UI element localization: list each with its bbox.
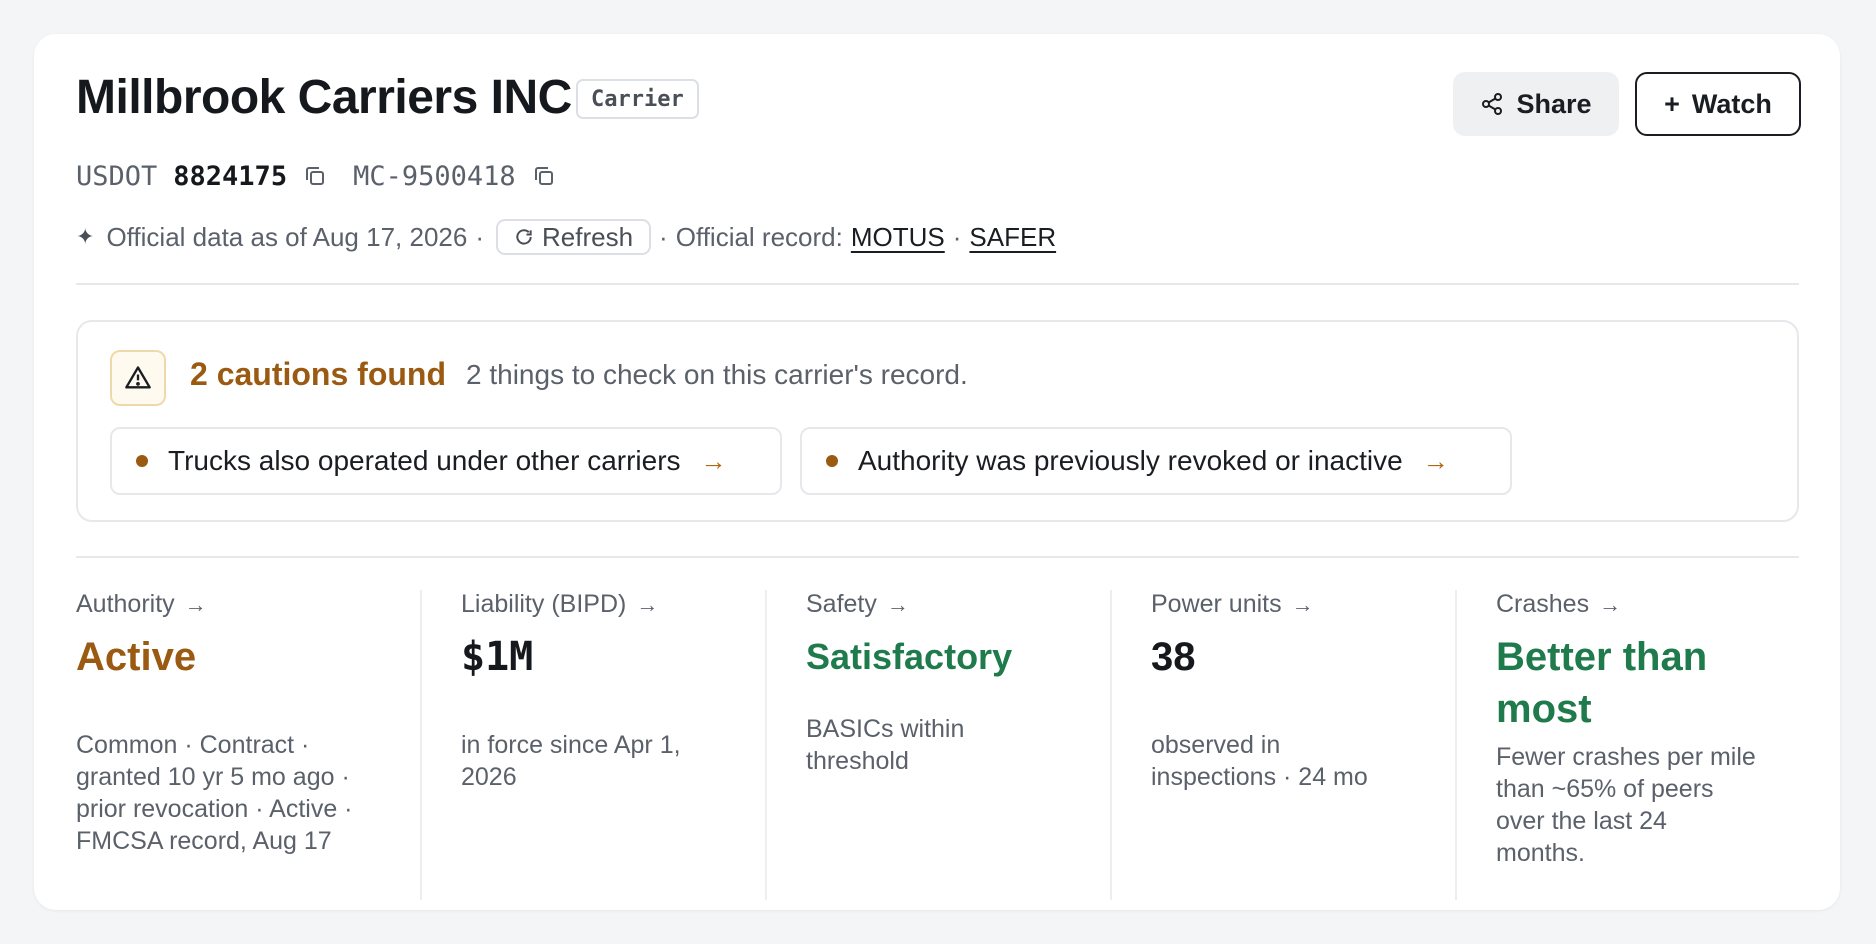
stat-label: Liability (BIPD) xyxy=(461,590,627,618)
stat-crashes[interactable]: Crashes → Better than most Fewer crashes… xyxy=(1496,590,1796,900)
desc-line: prior revocation · Active · xyxy=(76,795,353,823)
desc-line: BASICs within xyxy=(806,715,965,743)
stat-description: observed in inspections · 24 mo xyxy=(1151,729,1441,793)
separator: · xyxy=(952,221,962,252)
stat-label: Power units xyxy=(1151,590,1282,618)
stat-description: in force since Apr 1, 2026 xyxy=(461,729,751,793)
arrow-right-icon: → xyxy=(636,591,659,617)
sparkle-icon: ✦ xyxy=(76,224,95,249)
stat-authority[interactable]: Authority → Active Common · Contract · g… xyxy=(76,590,396,900)
separator: · xyxy=(659,221,668,252)
refresh-icon xyxy=(516,229,532,245)
share-icon xyxy=(1482,93,1503,115)
data-source-row: ✦ Official data as of Aug 17, 2026 · Ref… xyxy=(76,216,1056,258)
desc-line: Common · Contract · xyxy=(76,731,310,759)
warning-icon xyxy=(110,350,166,406)
column-divider xyxy=(1110,590,1112,900)
arrow-right-icon: → xyxy=(1291,591,1314,617)
arrow-right-icon: → xyxy=(1422,445,1449,476)
desc-line: FMCSA record, Aug 17 xyxy=(76,827,332,855)
refresh-label: Refresh xyxy=(542,221,634,252)
desc-line: months. xyxy=(1496,839,1585,867)
stat-value: Satisfactory xyxy=(806,636,1013,677)
caution-item[interactable]: Trucks also operated under other carrier… xyxy=(110,427,782,495)
usdot-number: 8824175 xyxy=(173,160,288,192)
arrow-right-icon: → xyxy=(1599,591,1622,617)
stat-label: Authority xyxy=(76,590,175,618)
identifier-row: USDOT 8824175 MC-9500418 xyxy=(76,156,582,196)
motus-link[interactable]: MOTUS xyxy=(851,222,945,253)
stat-value: Active xyxy=(76,635,197,679)
stat-description: BASICs within threshold xyxy=(806,713,1096,777)
safer-link[interactable]: SAFER xyxy=(969,222,1056,253)
desc-line: granted 10 yr 5 mo ago · xyxy=(76,763,350,791)
stat-label-row: Liability (BIPD) → xyxy=(461,590,751,619)
bullet-icon xyxy=(136,455,148,467)
stat-liability[interactable]: Liability (BIPD) → $1M in force since Ap… xyxy=(461,590,751,900)
copy-icon[interactable] xyxy=(532,164,556,188)
carrier-type-badge: Carrier xyxy=(576,79,699,119)
arrow-right-icon: → xyxy=(886,591,909,617)
column-divider xyxy=(420,590,422,900)
stat-power-units[interactable]: Power units → 38 observed in inspections… xyxy=(1151,590,1441,900)
arrow-right-icon: → xyxy=(700,445,727,476)
cautions-title: 2 cautions found xyxy=(190,356,446,392)
stat-label: Crashes xyxy=(1496,590,1590,618)
desc-line: threshold xyxy=(806,747,909,775)
share-label: Share xyxy=(1516,88,1592,119)
caution-label: Trucks also operated under other carrier… xyxy=(168,445,681,476)
desc-line: over the last 24 xyxy=(1496,807,1667,835)
caution-item[interactable]: Authority was previously revoked or inac… xyxy=(800,427,1512,495)
page-title: Millbrook Carriers INC xyxy=(76,71,572,124)
stat-value: $1M xyxy=(461,634,534,680)
carrier-card: Millbrook Carriers INC Carrier Share + W… xyxy=(34,34,1840,910)
value-line: Better than xyxy=(1496,635,1708,679)
usdot-label: USDOT xyxy=(76,160,158,192)
column-divider xyxy=(1455,590,1457,900)
desc-line: in force since Apr 1, xyxy=(461,731,681,759)
separator: · xyxy=(475,221,484,252)
mc-number: MC-9500418 xyxy=(353,160,516,192)
column-divider xyxy=(765,590,767,900)
desc-line: observed in xyxy=(1151,731,1281,759)
cautions-subtitle: 2 things to check on this carrier's reco… xyxy=(466,359,968,390)
share-button[interactable]: Share xyxy=(1453,72,1619,136)
desc-line: than ~65% of peers xyxy=(1496,775,1714,803)
stat-value: 38 xyxy=(1151,635,1196,679)
stat-value: Better than most xyxy=(1496,631,1796,735)
official-data-date: Official data as of Aug 17, 2026 xyxy=(106,221,468,252)
cautions-panel: 2 cautions found 2 things to check on th… xyxy=(76,320,1799,522)
stat-label: Safety xyxy=(806,590,877,618)
plus-icon: + xyxy=(1664,88,1680,119)
copy-icon[interactable] xyxy=(303,164,327,188)
refresh-button[interactable]: Refresh xyxy=(496,219,652,255)
stat-description: Common · Contract · granted 10 yr 5 mo a… xyxy=(76,729,396,857)
desc-line: 2026 xyxy=(461,763,517,791)
stat-label-row: Authority → xyxy=(76,590,396,619)
arrow-right-icon: → xyxy=(184,591,207,617)
stat-label-row: Crashes → xyxy=(1496,590,1796,619)
stat-label-row: Safety → xyxy=(806,590,1096,619)
bullet-icon xyxy=(826,455,838,467)
desc-line: inspections · 24 mo xyxy=(1151,763,1368,791)
watch-label: Watch xyxy=(1691,88,1772,119)
caution-label: Authority was previously revoked or inac… xyxy=(858,445,1403,476)
stat-safety[interactable]: Safety → Satisfactory BASICs within thre… xyxy=(806,590,1096,900)
watch-button[interactable]: + Watch xyxy=(1635,72,1801,136)
value-line: most xyxy=(1496,687,1592,731)
divider xyxy=(76,283,1799,285)
desc-line: Fewer crashes per mile xyxy=(1496,743,1756,771)
stat-description: Fewer crashes per mile than ~65% of peer… xyxy=(1496,741,1796,869)
divider xyxy=(76,556,1799,558)
stat-label-row: Power units → xyxy=(1151,590,1441,619)
official-record-label: Official record: xyxy=(675,221,843,252)
